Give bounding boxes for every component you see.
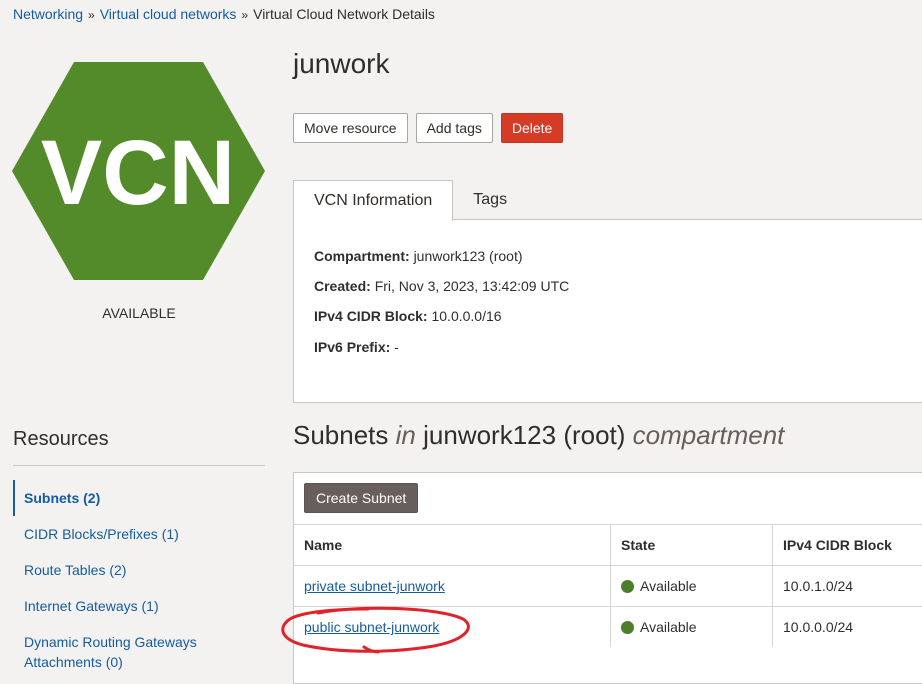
breadcrumb-separator: » [241,8,248,22]
subnet-cidr: 10.0.1.0/24 [773,566,922,607]
create-subnet-button[interactable]: Create Subnet [304,483,418,513]
resource-item-cidr-blocks[interactable]: CIDR Blocks/Prefixes (1) [13,516,265,552]
breadcrumb-separator: » [88,8,95,22]
resource-item-drg-attachments[interactable]: Dynamic Routing Gateways Attachments (0) [13,624,265,681]
subnet-cidr: 10.0.0.0/24 [773,607,922,648]
breadcrumb-current: Virtual Cloud Network Details [253,6,435,22]
info-created-value: Fri, Nov 3, 2023, 13:42:09 UTC [375,278,570,294]
info-compartment-value: junwork123 (root) [414,248,523,264]
subnet-name-link[interactable]: public subnet-junwork [304,619,439,635]
column-header-ipv4-cidr[interactable]: IPv4 CIDR Block [773,525,922,566]
resource-item-route-tables[interactable]: Route Tables (2) [13,552,265,588]
subnets-card: Create Subnet Name State IPv4 CIDR Block… [293,472,922,684]
subnets-heading: Subnets in junwork123 (root) compartment [293,420,784,451]
resources-list: Subnets (2) CIDR Blocks/Prefixes (1) Rou… [13,480,265,681]
vcn-badge-text: VCN [41,122,235,224]
resources-title: Resources [13,428,109,451]
info-ipv6-label: IPv6 Prefix: [314,339,390,355]
subnets-heading-compartment: junwork123 (root) [423,420,625,450]
info-ipv4: IPv4 CIDR Block: 10.0.0.0/16 [314,308,502,324]
resource-item-internet-gateways[interactable]: Internet Gateways (1) [13,588,265,624]
column-header-state[interactable]: State [611,525,773,566]
breadcrumb-link-vcns[interactable]: Virtual cloud networks [100,6,237,22]
table-row: public subnet-junwork Available 10.0.0.0… [294,607,922,648]
subnets-heading-in: in [396,420,416,450]
vcn-information-panel: Compartment: junwork123 (root) Created: … [293,219,922,403]
subnets-table: Name State IPv4 CIDR Block private subne… [294,524,922,647]
action-bar: Move resource Add tags Delete [293,113,563,143]
column-header-name[interactable]: Name [294,525,611,566]
tab-vcn-information[interactable]: VCN Information [293,180,453,221]
info-ipv4-label: IPv4 CIDR Block: [314,308,428,324]
delete-button[interactable]: Delete [501,113,563,143]
add-tags-button[interactable]: Add tags [416,113,493,143]
info-ipv4-value: 10.0.0.0/16 [431,308,501,324]
details-tabs: VCN Information Tags [293,180,527,221]
status-available-icon [621,580,634,593]
subnets-heading-main: Subnets [293,420,388,450]
vcn-status: AVAILABLE [0,305,278,321]
info-compartment-label: Compartment: [314,248,410,264]
table-header-row: Name State IPv4 CIDR Block [294,525,922,566]
info-ipv6: IPv6 Prefix: - [314,339,399,355]
info-ipv6-value: - [394,339,399,355]
breadcrumb: Networking » Virtual cloud networks » Virtua… [13,6,435,22]
status-available-icon [621,621,634,634]
page-title: junwork [293,48,389,80]
info-created: Created: Fri, Nov 3, 2023, 13:42:09 UTC [314,278,569,294]
vcn-hexagon-icon: VCN [12,62,265,280]
subnet-name-link[interactable]: private subnet-junwork [304,578,445,594]
subnets-heading-suffix: compartment [633,420,785,450]
subnet-state: Available [640,619,697,635]
resource-item-subnets[interactable]: Subnets (2) [13,480,265,516]
info-compartment: Compartment: junwork123 (root) [314,248,523,264]
subnet-state: Available [640,578,697,594]
tab-tags[interactable]: Tags [453,180,527,220]
table-row: private subnet-junwork Available 10.0.1.… [294,566,922,607]
info-created-label: Created: [314,278,371,294]
breadcrumb-link-networking[interactable]: Networking [13,6,83,22]
resources-divider [13,465,265,466]
move-resource-button[interactable]: Move resource [293,113,408,143]
